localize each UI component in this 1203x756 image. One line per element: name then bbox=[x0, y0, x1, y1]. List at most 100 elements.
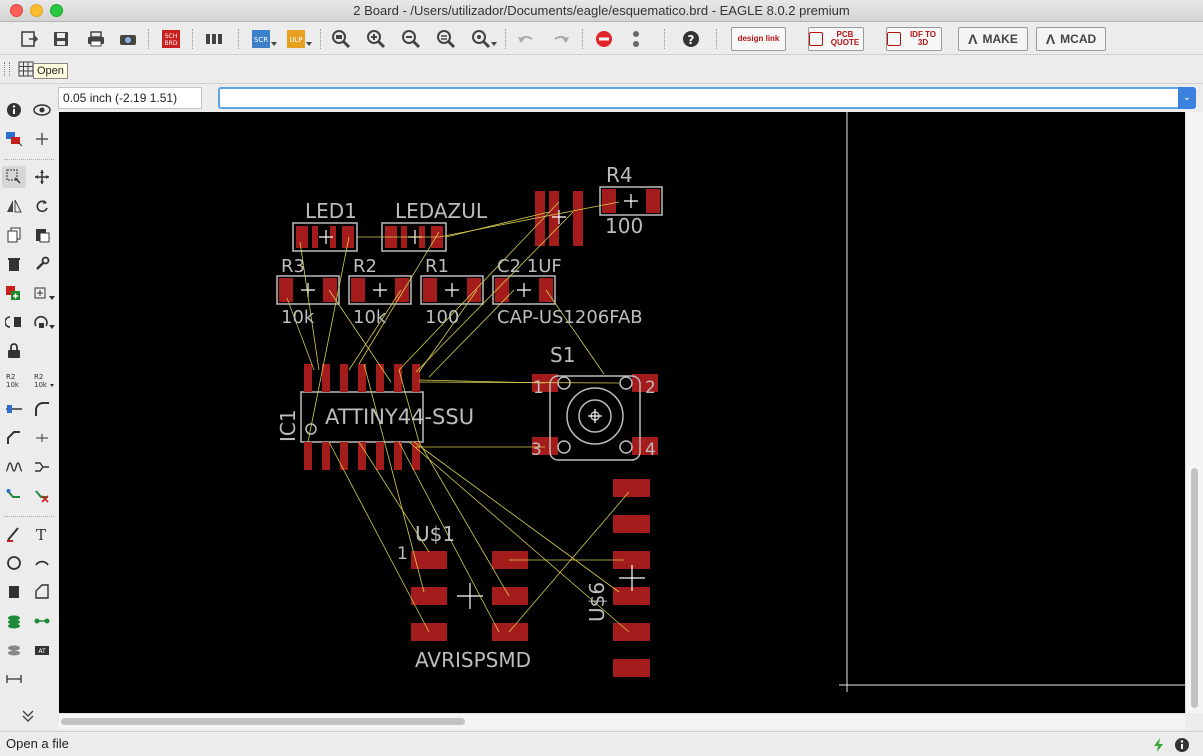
rotate-icon[interactable] bbox=[32, 196, 52, 216]
hole-icon[interactable] bbox=[4, 640, 24, 660]
command-history-dropdown[interactable]: ⌄ bbox=[1178, 87, 1196, 109]
differential-icon[interactable] bbox=[32, 457, 52, 477]
mcad-button[interactable]: Λ MCAD bbox=[1036, 27, 1106, 51]
swap-icon[interactable] bbox=[4, 312, 24, 332]
open-file-icon[interactable] bbox=[18, 28, 42, 50]
line-icon[interactable] bbox=[4, 524, 24, 544]
cam-processor-icon[interactable] bbox=[118, 28, 138, 50]
copy-icon[interactable] bbox=[4, 225, 24, 245]
lightning-icon[interactable] bbox=[1151, 737, 1167, 753]
idf-label: IDF TO 3D bbox=[909, 30, 937, 47]
status-text: Open a file bbox=[6, 736, 69, 751]
design-link-button[interactable]: design link bbox=[731, 27, 786, 51]
zoom-window-button[interactable] bbox=[50, 4, 63, 17]
r1-name-label: R1 bbox=[425, 256, 449, 277]
arc-icon[interactable] bbox=[32, 553, 52, 573]
run-script-icon[interactable]: SCR bbox=[250, 28, 278, 50]
status-bar: Open a file bbox=[0, 731, 1203, 756]
replace-icon[interactable] bbox=[32, 283, 56, 303]
toolbar-separator bbox=[716, 29, 717, 49]
help-icon[interactable]: ? bbox=[680, 28, 702, 50]
text-icon[interactable]: T bbox=[32, 524, 52, 544]
vertical-scroll-thumb[interactable] bbox=[1191, 468, 1198, 708]
miter-icon[interactable] bbox=[32, 399, 52, 419]
library-icon[interactable] bbox=[204, 28, 226, 50]
toolbar-separator bbox=[505, 29, 506, 49]
save-icon[interactable] bbox=[51, 28, 71, 50]
horizontal-scroll-thumb[interactable] bbox=[61, 718, 465, 725]
route-icon[interactable] bbox=[4, 486, 24, 506]
smash-icon[interactable] bbox=[32, 312, 56, 332]
board-canvas[interactable]: LED1 LEDAZUL R4 100 R3 R2 R1 C2 1UF 10k … bbox=[59, 112, 1185, 713]
title-bar: 2 Board - /Users/utilizador/Documents/ea… bbox=[0, 0, 1203, 22]
s1-name-label: S1 bbox=[550, 343, 575, 367]
wire-bend-icon[interactable] bbox=[4, 457, 24, 477]
toolbar-grip bbox=[4, 62, 10, 76]
tool-palette: R2 10k R2 10k T AT bbox=[0, 86, 58, 732]
eagle-window: 2 Board - /Users/utilizador/Documents/ea… bbox=[0, 0, 1203, 756]
info-icon[interactable] bbox=[4, 100, 24, 120]
make-button[interactable]: Λ MAKE bbox=[958, 27, 1028, 51]
zoom-in-icon[interactable] bbox=[365, 28, 387, 50]
r2-value-label: 10k bbox=[353, 307, 387, 328]
optimize-icon[interactable] bbox=[4, 428, 24, 448]
expand-palette-icon[interactable] bbox=[18, 706, 38, 726]
change-icon[interactable] bbox=[32, 254, 52, 274]
paste-icon[interactable] bbox=[32, 225, 52, 245]
us1-component bbox=[411, 551, 528, 641]
add-icon[interactable] bbox=[4, 283, 24, 303]
lock-icon[interactable] bbox=[4, 341, 24, 361]
select-icon[interactable] bbox=[2, 166, 26, 188]
zoom-select-icon[interactable] bbox=[470, 28, 498, 50]
run-ulp-icon[interactable]: ULP bbox=[285, 28, 313, 50]
move-icon[interactable] bbox=[32, 167, 52, 187]
redo-icon[interactable] bbox=[550, 28, 572, 50]
polygon-icon[interactable] bbox=[32, 582, 52, 602]
c2-name-label: C2 1UF bbox=[497, 256, 562, 277]
mark-icon[interactable] bbox=[32, 129, 52, 149]
us6-component bbox=[613, 479, 650, 677]
status-info-icon[interactable] bbox=[1174, 737, 1190, 753]
name-icon[interactable]: R2 10k bbox=[4, 370, 26, 390]
split-icon[interactable] bbox=[4, 399, 24, 419]
main-toolbar: SCH BRD SCR ULP ? design link PCB QUOTE … bbox=[0, 23, 1203, 55]
command-line-input[interactable] bbox=[218, 87, 1184, 109]
svg-text:?: ? bbox=[688, 33, 695, 47]
delete-icon[interactable] bbox=[4, 254, 24, 274]
print-icon[interactable] bbox=[86, 28, 106, 50]
ripup-icon[interactable] bbox=[32, 486, 52, 506]
value-icon[interactable]: R2 10k bbox=[32, 370, 56, 390]
zoom-out-icon[interactable] bbox=[400, 28, 422, 50]
signal-icon[interactable] bbox=[32, 611, 52, 631]
display-layers-icon[interactable] bbox=[4, 129, 24, 149]
svg-text:SCH: SCH bbox=[165, 33, 178, 40]
meander-icon[interactable] bbox=[32, 428, 52, 448]
r4-value-label: 100 bbox=[605, 214, 643, 238]
minimize-window-button[interactable] bbox=[30, 4, 43, 17]
via-icon[interactable] bbox=[4, 611, 24, 631]
undo-icon[interactable] bbox=[515, 28, 537, 50]
horizontal-scrollbar[interactable] bbox=[59, 713, 1185, 729]
stop-icon[interactable] bbox=[593, 28, 615, 50]
sch-brd-switch-icon[interactable]: SCH BRD bbox=[160, 28, 182, 50]
tooltip: Open bbox=[33, 63, 68, 79]
zoom-to-fit-icon[interactable] bbox=[330, 28, 352, 50]
pcb-quote-button[interactable]: PCB QUOTE bbox=[808, 27, 864, 51]
pcb-quote-label: PCB QUOTE bbox=[830, 30, 860, 47]
go-icon[interactable] bbox=[626, 28, 646, 50]
idf-to-3d-button[interactable]: IDF TO 3D bbox=[886, 27, 942, 51]
mirror-icon[interactable] bbox=[4, 196, 24, 216]
rectangle-icon[interactable] bbox=[4, 582, 24, 602]
attribute-icon[interactable]: AT bbox=[32, 640, 52, 660]
vertical-scrollbar[interactable] bbox=[1185, 112, 1203, 713]
board-drawing[interactable]: LED1 LEDAZUL R4 100 R3 R2 R1 C2 1UF 10k … bbox=[59, 112, 1185, 713]
svg-text:10k: 10k bbox=[6, 381, 20, 389]
dimension-icon[interactable] bbox=[4, 669, 24, 689]
close-window-button[interactable] bbox=[10, 4, 23, 17]
circle-icon[interactable] bbox=[4, 553, 24, 573]
led1-name-label: LED1 bbox=[305, 199, 357, 223]
r2-name-label: R2 bbox=[353, 256, 377, 277]
show-icon[interactable] bbox=[32, 100, 52, 120]
zoom-redraw-icon[interactable] bbox=[435, 28, 457, 50]
svg-text:10k: 10k bbox=[34, 381, 48, 389]
